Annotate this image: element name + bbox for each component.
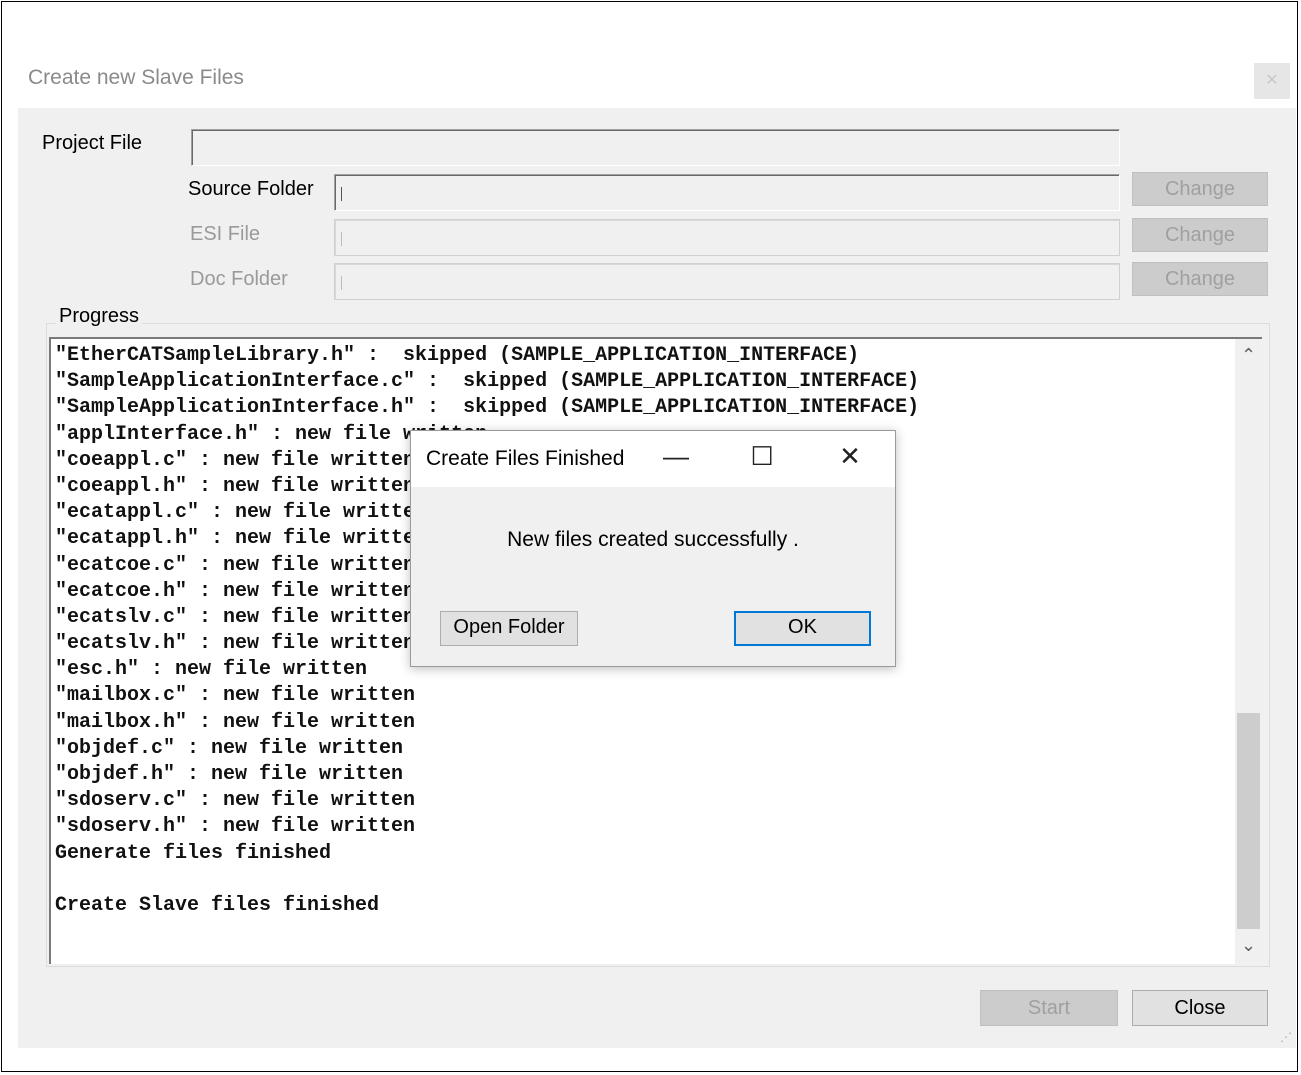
project-file-field[interactable] — [191, 129, 1120, 166]
progress-label: Progress — [56, 305, 143, 328]
window-titlebar: Create new Slave Files ✕ — [18, 50, 1296, 108]
log-line: "EtherCATSampleLibrary.h" : skipped (SAM… — [55, 344, 860, 367]
doc-folder-change-button[interactable]: Change — [1132, 262, 1268, 296]
dialog-message: New files created successfully . — [507, 528, 799, 551]
log-line: "sdoserv.h" : new file written — [55, 815, 416, 839]
esi-file-change-button[interactable]: Change — [1132, 218, 1268, 252]
dialog-close-button[interactable]: ✕ — [835, 441, 865, 472]
log-line: "sdoserv.c" : new file written — [55, 789, 416, 813]
source-folder-label: Source Folder — [188, 178, 314, 200]
close-button[interactable]: Close — [1132, 990, 1268, 1026]
esi-file-label: ESI File — [190, 223, 261, 245]
dialog-minimize-button[interactable]: — — [661, 441, 691, 472]
esi-file-field[interactable] — [334, 219, 1120, 256]
doc-folder-field[interactable] — [334, 263, 1120, 300]
log-line: Generate files finished — [55, 841, 332, 865]
start-button[interactable]: Start — [980, 990, 1118, 1026]
open-folder-button[interactable]: Open Folder — [440, 611, 578, 646]
log-line: Create Slave files finished — [55, 893, 380, 917]
create-files-finished-dialog: Create Files Finished — ☐ ✕ New files cr… — [410, 430, 896, 667]
dialog-maximize-button[interactable]: ☐ — [747, 441, 777, 472]
scrollbar-thumb[interactable] — [1237, 713, 1260, 929]
source-folder-field[interactable] — [334, 174, 1120, 211]
window-close-button[interactable]: ✕ — [1254, 63, 1290, 99]
log-line: "SampleApplicationInterface.h" : skipped… — [55, 396, 920, 420]
window-title: Create new Slave Files — [28, 66, 244, 89]
doc-folder-label: Doc Folder — [190, 268, 288, 290]
chevron-up-icon[interactable]: ⌃ — [1235, 343, 1262, 367]
log-line: "objdef.c" : new file written — [55, 736, 404, 760]
dialog-title: Create Files Finished — [426, 447, 625, 470]
log-line: "mailbox.h" : new file written — [55, 710, 416, 734]
progress-scrollbar[interactable]: ⌃ ⌄ — [1235, 339, 1262, 964]
dialog-titlebar: Create Files Finished — ☐ ✕ — [411, 431, 895, 487]
source-folder-change-button[interactable]: Change — [1132, 172, 1268, 206]
log-line: "objdef.h" : new file written — [55, 763, 404, 786]
chevron-down-icon[interactable]: ⌄ — [1235, 933, 1262, 957]
project-file-label: Project File — [42, 132, 143, 154]
ok-button[interactable]: OK — [734, 611, 871, 646]
log-line: "mailbox.c" : new file written — [55, 684, 416, 708]
resize-grip-icon[interactable]: ⋰ — [1280, 1030, 1292, 1044]
log-line: "SampleApplicationInterface.c" : skipped… — [55, 370, 920, 394]
